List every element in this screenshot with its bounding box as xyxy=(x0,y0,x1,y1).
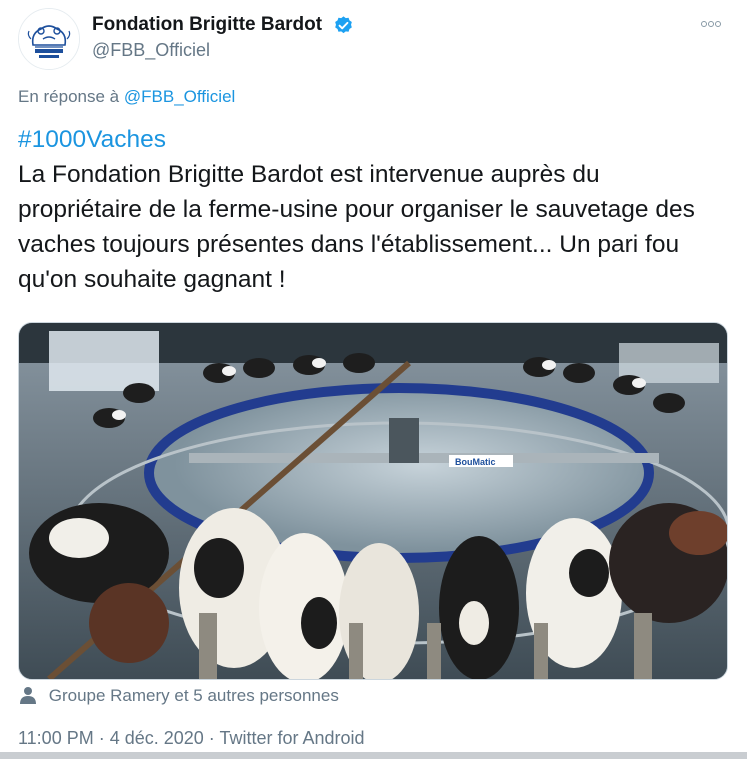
milking-parlor-photo: BouMatic xyxy=(19,323,727,679)
tweet-timestamp-source[interactable]: 11:00 PM · 4 déc. 2020 · Twitter for And… xyxy=(18,728,365,749)
reply-mention-link[interactable]: @FBB_Officiel xyxy=(124,87,235,106)
reply-prefix: En réponse à xyxy=(18,87,120,106)
author-display-name[interactable]: Fondation Brigitte Bardot xyxy=(92,14,322,36)
person-icon xyxy=(20,687,36,704)
author-handle[interactable]: @FBB_Officiel xyxy=(92,40,354,61)
media-sign-text: BouMatic xyxy=(455,457,496,467)
author-names: Fondation Brigitte Bardot @FBB_Officiel xyxy=(92,14,354,61)
reply-context: En réponse à @FBB_Officiel xyxy=(18,87,235,107)
tweet-card: Fondation Brigitte Bardot @FBB_Officiel … xyxy=(0,0,747,759)
bottom-divider xyxy=(0,752,747,759)
verified-badge-icon xyxy=(334,15,352,33)
tweet-media-photo[interactable]: BouMatic xyxy=(18,322,728,680)
hashtag-link[interactable]: #1000Vaches xyxy=(18,122,730,157)
tagged-people[interactable]: Groupe Ramery et 5 autres personnes xyxy=(20,686,339,706)
tweet-header: Fondation Brigitte Bardot @FBB_Officiel xyxy=(18,8,729,70)
tweet-text: #1000Vaches La Fondation Brigitte Bardot… xyxy=(18,122,730,297)
tweet-body: La Fondation Brigitte Bardot est interve… xyxy=(18,161,695,293)
foundation-logo-icon xyxy=(19,9,79,69)
tagged-people-label: Groupe Ramery et 5 autres personnes xyxy=(48,686,339,705)
more-options-icon[interactable] xyxy=(701,14,729,28)
avatar[interactable] xyxy=(18,8,80,70)
